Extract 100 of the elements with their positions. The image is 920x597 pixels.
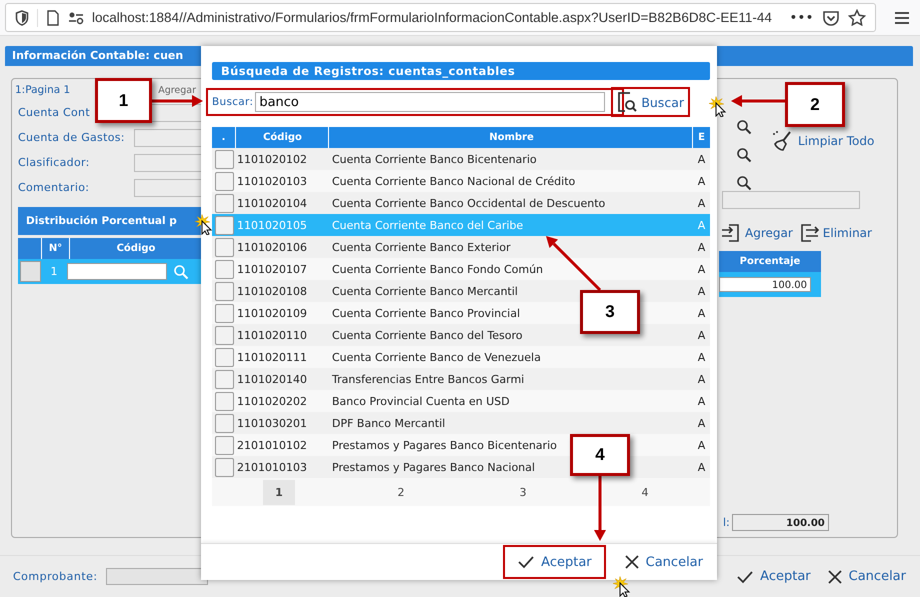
- input-field[interactable]: [134, 178, 202, 196]
- table-row[interactable]: 1101020108 Cuenta Corriente Banco Mercantil A: [212, 280, 710, 302]
- table-row[interactable]: 1101020106 Cuenta Corriente Banco Exterior A: [212, 236, 710, 258]
- search-icon[interactable]: [736, 147, 752, 163]
- total-field: 100.00: [732, 514, 829, 531]
- table-cell-text: Cuenta Corriente Banco del Caribe: [331, 218, 524, 232]
- row-checkbox[interactable]: [214, 326, 234, 344]
- table-row[interactable]: 1101020104 Cuenta Corriente Banco Occidental de Descuento A: [212, 192, 710, 214]
- cancel-button[interactable]: Cancelar: [610, 545, 717, 579]
- table-row[interactable]: 1101020202 Banco Provincial Cuenta en USD A: [212, 390, 710, 412]
- star-icon[interactable]: [848, 9, 866, 26]
- field-label: Clasificador:: [18, 156, 91, 168]
- row-checkbox[interactable]: [214, 216, 234, 234]
- table-cell-text: 1101020140: [236, 372, 308, 386]
- row-checkbox[interactable]: [214, 458, 234, 476]
- table-cell-text: Cuenta Corriente Banco de Venezuela: [331, 350, 541, 364]
- search-button[interactable]: Buscar: [611, 87, 690, 117]
- row-checkbox[interactable]: [214, 392, 234, 410]
- menu-icon[interactable]: [894, 10, 910, 24]
- row-checkbox[interactable]: [214, 172, 234, 190]
- table-row[interactable]: 1101020111 Cuenta Corriente Banco de Venezuela A: [212, 346, 710, 368]
- shield-icon[interactable]: [15, 10, 29, 26]
- section-header: Distribución Porcentual p: [18, 207, 202, 235]
- table-cell-text: A: [696, 460, 706, 474]
- check-icon: [736, 568, 754, 584]
- table-cell-text: Cuenta Corriente Banco Nacional de Crédito: [331, 174, 576, 188]
- more-button[interactable]: •••: [790, 11, 814, 24]
- table-cell-text: 1101020110: [236, 328, 308, 342]
- table-row[interactable]: 1101020107 Cuenta Corriente Banco Fondo Común A: [212, 258, 710, 280]
- table-cell-text: 1101020108: [236, 284, 308, 298]
- page-link[interactable]: 3: [508, 480, 538, 504]
- table-cell-text: A: [696, 438, 706, 452]
- page-link[interactable]: 1: [263, 480, 295, 504]
- search-icon[interactable]: [736, 119, 752, 135]
- page-link[interactable]: 2: [386, 480, 416, 504]
- arrow: [594, 476, 606, 541]
- search-field[interactable]: banco: [255, 92, 606, 112]
- row-checkbox[interactable]: [214, 370, 234, 388]
- row-checkbox[interactable]: [214, 238, 234, 256]
- row-checkbox[interactable]: [214, 282, 234, 300]
- add-button[interactable]: Agregar: [719, 221, 795, 245]
- table-cell-text: A: [696, 240, 706, 254]
- page-link[interactable]: 4: [630, 480, 660, 504]
- search-label: Buscar:: [212, 96, 254, 108]
- table-row[interactable]: 1101020102 Cuenta Corriente Banco Bicentenario A: [212, 148, 710, 170]
- accept-button[interactable]: Aceptar: [728, 566, 819, 586]
- tab[interactable]: 1:Pagina 1: [15, 84, 70, 96]
- table-cell-text: A: [696, 306, 706, 320]
- row-checkbox[interactable]: [214, 260, 234, 278]
- cancel-button[interactable]: Cancelar: [818, 566, 914, 586]
- clear-all-button[interactable]: Limpiar Todo: [770, 128, 876, 154]
- input-field[interactable]: 100.00: [719, 277, 811, 292]
- table-row[interactable]: 1101020103 Cuenta Corriente Banco Nacional de Crédito A: [212, 170, 710, 192]
- field-label: Comentario:: [18, 182, 90, 194]
- table-cell-text: 1101020111: [236, 350, 308, 364]
- table-cell-text: 1101020106: [236, 240, 308, 254]
- input-field[interactable]: [722, 191, 860, 209]
- input-field[interactable]: [134, 154, 202, 172]
- table-row[interactable]: 1101020110 Cuenta Corriente Banco del Tesoro A: [212, 324, 710, 346]
- search-icon[interactable]: [736, 175, 752, 191]
- table-cell-text: DPF Banco Mercantil: [331, 416, 446, 430]
- table-cell-text: A: [696, 284, 706, 298]
- table-cell-text: 1101020107: [236, 262, 308, 276]
- row-checkbox[interactable]: [214, 348, 234, 366]
- input-field[interactable]: [67, 263, 167, 280]
- row-checkbox[interactable]: [20, 261, 41, 282]
- row-checkbox[interactable]: [214, 304, 234, 322]
- row-checkbox[interactable]: [214, 194, 234, 212]
- input-field[interactable]: [106, 568, 208, 585]
- table-cell-text: Cuenta Corriente Banco Fondo Común: [331, 262, 544, 276]
- accept-button[interactable]: Aceptar: [503, 545, 606, 579]
- row-checkbox[interactable]: [214, 150, 234, 168]
- table-cell-text: A: [696, 174, 706, 188]
- field-label: Comprobante:: [13, 570, 98, 583]
- table-cell-text: A: [696, 328, 706, 342]
- input-field[interactable]: [134, 128, 202, 146]
- table-cell-text: Cuenta Corriente Banco Occidental de Descuento: [331, 196, 606, 210]
- grid-row[interactable]: 100.00: [719, 272, 821, 297]
- toggles-icon[interactable]: [68, 10, 84, 24]
- row-checkbox[interactable]: [214, 436, 234, 454]
- tab[interactable]: Agregar: [158, 84, 196, 96]
- table-cell-text: 1101020105: [236, 218, 308, 232]
- page-icon[interactable]: [46, 10, 60, 26]
- table-cell-text: A: [696, 262, 706, 276]
- url-text[interactable]: localhost:1884//Administrativo/Formularios/frmFormularioInformacionContable.aspx?UserID=B82B6D8C-EE11-44: [92, 10, 782, 25]
- table-cell-text: A: [696, 416, 706, 430]
- table-row[interactable]: 1101020140 Transferencias Entre Bancos Garmi A: [212, 368, 710, 390]
- row-checkbox[interactable]: [214, 414, 234, 432]
- table-cell-text: Prestamos y Pagares Banco Bicentenario: [331, 438, 557, 452]
- table-row[interactable]: 1101030201 DPF Banco Mercantil A: [212, 412, 710, 434]
- table-cell-text: A: [696, 372, 706, 386]
- callout-number: 4: [570, 434, 630, 476]
- remove-button[interactable]: Eliminar: [796, 221, 874, 245]
- pocket-icon[interactable]: [822, 10, 840, 26]
- table-cell-text: Cuenta Corriente Banco Provincial: [331, 306, 520, 320]
- close-icon: [826, 568, 843, 584]
- address-bar[interactable]: localhost:1884//Administrativo/Formularios/frmFormularioInformacionContable.aspx?UserID=B82B6D8C-EE11-44 •••: [5, 3, 876, 32]
- table-cell-text: Cuenta Corriente Banco Exterior: [331, 240, 510, 254]
- callout-number: 3: [580, 290, 640, 334]
- column-header: Código: [116, 243, 156, 254]
